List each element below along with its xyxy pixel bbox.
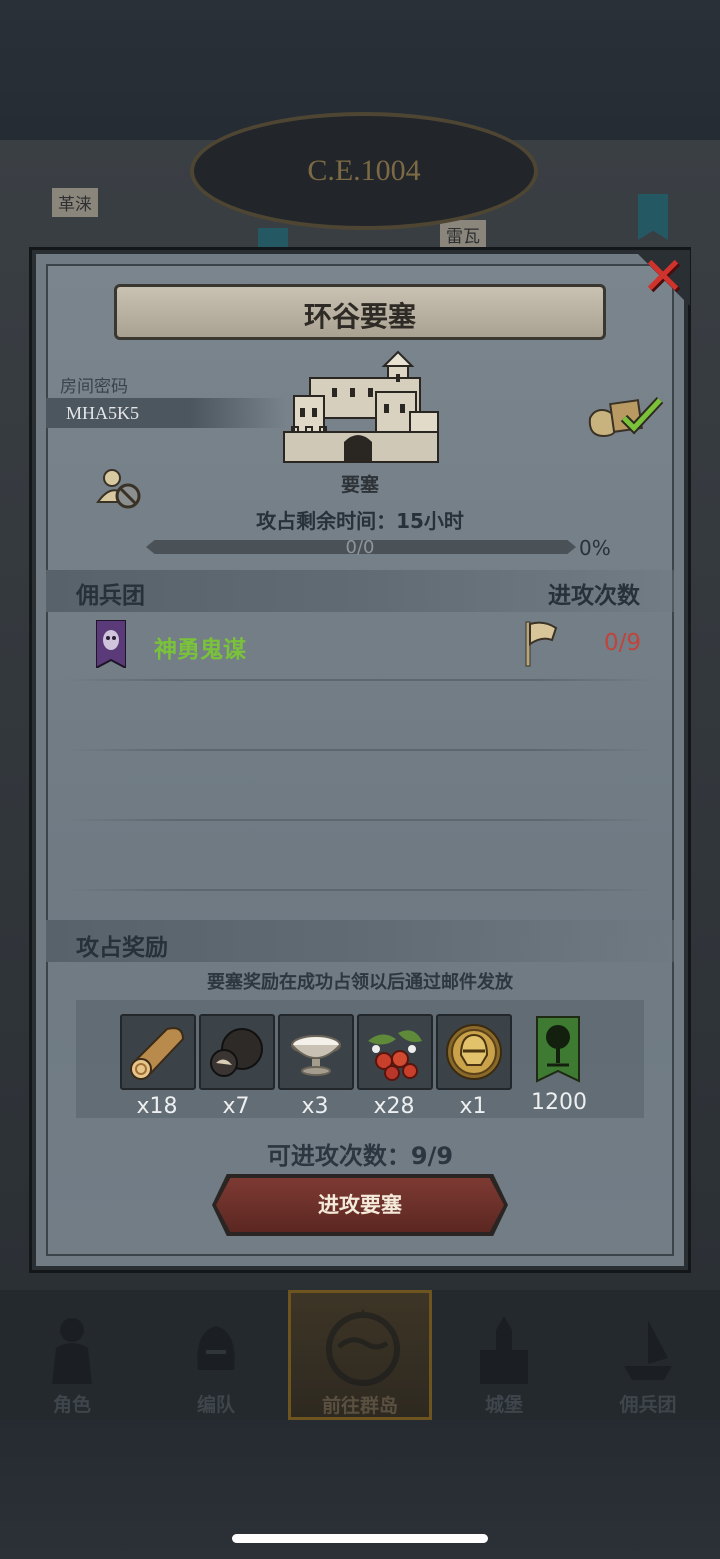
knight-icon [52,1318,92,1384]
nav-item-formation[interactable]: 编队 [144,1290,288,1420]
reward-quantity: x28 [373,1094,415,1119]
building-type-label: 要塞 [340,474,379,496]
no-person-icon[interactable] [96,466,144,512]
reward-frame [278,1014,354,1090]
golden-helmet-icon [446,1024,502,1080]
supplies-ready-icon[interactable] [584,392,666,440]
map-label: 革涞 [52,188,98,217]
nav-item-character[interactable]: 角色 [0,1290,144,1420]
berries-icon [368,1030,422,1081]
truffle-icon [210,1028,263,1077]
reward-item[interactable]: x7 [199,1014,275,1119]
close-icon[interactable]: ✕ [638,251,688,303]
rewards-header: 攻占奖励 [76,935,168,961]
owl-banner-icon [96,620,126,668]
mercenary-name[interactable]: 神勇鬼谋 [154,630,246,664]
room-code-label: 房间密码 [60,377,128,397]
attack-fortress-button-label: 进攻要塞 [318,1194,402,1217]
attacks-available: 可进攻次数：9/9 [266,1142,454,1170]
mercenary-header: 佣兵团 [76,583,145,609]
home-indicator[interactable] [232,1534,488,1543]
capture-time-remaining: 攻占剩余时间：15小时 [256,509,464,533]
dialog-title: 环谷要塞 [303,300,416,333]
reward-quantity: x3 [301,1094,329,1119]
nav-label: 前往群岛 [321,1395,398,1417]
nav-label: 编队 [196,1394,235,1416]
reward-frame [199,1014,275,1090]
tree-banner-icon [536,1016,580,1083]
reward-quantity: x1 [459,1094,487,1119]
row-divider [66,819,654,821]
reward-frame [436,1014,512,1090]
reward-quantity: x18 [136,1094,178,1119]
mercenary-attack-count: 0/9 [604,630,642,656]
reward-frame [357,1014,433,1090]
silver-bowl-icon [291,1035,341,1076]
nav-label: 城堡 [484,1394,523,1416]
capture-progress-percent: 0% [579,536,611,560]
map-label: 雷瓦 [440,220,486,249]
era-clock: C.E.1004 [190,112,538,230]
reward-item[interactable]: x1 [436,1014,512,1119]
room-code[interactable]: MHA5K5 [66,403,139,424]
row-divider [66,679,654,681]
rewards-note: 要塞奖励在成功占领以后通过邮件发放 [207,972,513,993]
attack-fortress-button[interactable]: 进攻要塞 [216,1178,504,1232]
reward-quantity: x7 [222,1094,250,1119]
castle-icon [480,1316,528,1384]
reward-frame [522,1014,594,1086]
compass-map-icon [326,1309,400,1386]
map-banner-icon [638,194,668,240]
nav-item-castle[interactable]: 城堡 [432,1290,576,1420]
nav-label: 角色 [52,1394,91,1416]
nav-item-islands[interactable]: 前往群岛 [288,1290,432,1420]
capture-progress-text: 0/0 [345,537,375,558]
reward-quantity: 1200 [531,1090,587,1115]
era-label: C.E.1004 [307,154,421,187]
row-divider [66,889,654,891]
ship-icon [624,1320,672,1380]
flag-icon [525,621,558,667]
fortress-icon [283,350,439,463]
reward-item[interactable]: 1200 [522,1014,596,1115]
wood-log-icon [130,1027,185,1080]
helmet-icon [197,1326,235,1370]
attack-count-header: 进攻次数 [548,583,640,609]
reward-item[interactable]: x18 [120,1014,196,1119]
nav-label: 佣兵团 [619,1394,677,1416]
nav-item-mercenary[interactable]: 佣兵团 [576,1290,720,1420]
reward-item[interactable]: x3 [278,1014,354,1119]
reward-item[interactable]: x28 [357,1014,433,1119]
reward-frame [120,1014,196,1090]
title-plate: 环谷要塞 [114,284,606,340]
row-divider [66,749,654,751]
